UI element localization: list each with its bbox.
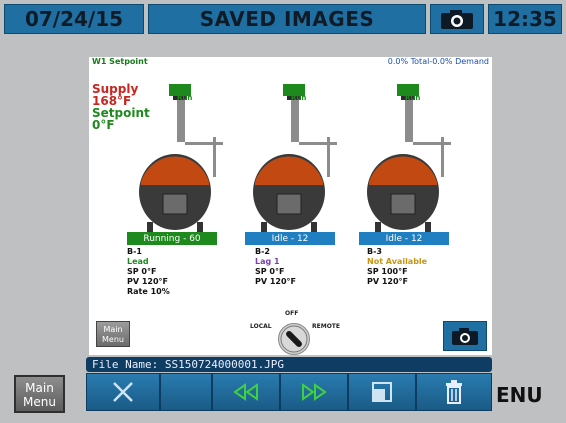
- boiler-sp: SP 0°F: [127, 267, 157, 276]
- camera-icon: [441, 10, 473, 29]
- boiler-info-b1: B-1 Lead SP 0°F PV 120°F Rate 10%: [127, 247, 170, 297]
- status-bar-b2: Idle - 12: [245, 232, 335, 245]
- status-bar-b3: Idle - 12: [359, 232, 449, 245]
- boiler-info-b2: B-2 Lag 1 SP 0°F PV 120°F: [255, 247, 296, 287]
- boiler-b1[interactable]: [133, 82, 233, 244]
- image-toolbar: [86, 373, 492, 411]
- camera-icon: [452, 328, 478, 345]
- run-label-b3: Run: [405, 94, 421, 102]
- main-menu-label: Main: [103, 325, 123, 334]
- main-menu-button-small[interactable]: Main Menu: [96, 321, 130, 347]
- boiler-b2[interactable]: [247, 82, 347, 244]
- time-display: 12:35: [488, 4, 562, 34]
- run-label-b2: Run: [291, 94, 307, 102]
- boiler-info-b3: B-3 Not Available SP 100°F PV 120°F: [367, 247, 427, 287]
- previous-image-button[interactable]: [212, 373, 280, 411]
- page-title: SAVED IMAGES: [148, 4, 426, 34]
- delete-button[interactable]: [416, 373, 492, 411]
- status-bar-b1: Running - 60: [127, 232, 217, 245]
- selector-knob-icon: [280, 325, 308, 353]
- boiler-role: Lead: [127, 257, 149, 266]
- main-menu-label: Main: [25, 381, 54, 395]
- run-label-b1: Run: [177, 94, 193, 102]
- close-button[interactable]: [86, 373, 160, 411]
- date-display: 07/24/15: [4, 4, 144, 34]
- boiler-b3[interactable]: [361, 82, 461, 244]
- saved-image-panel: W1 Setpoint 0.0% Total-0.0% Demand Suppl…: [89, 57, 492, 355]
- boiler-role: Lag 1: [255, 257, 280, 266]
- switch-off-label: OFF: [285, 310, 299, 317]
- boiler-icon: [139, 84, 223, 232]
- boiler-icon: [367, 84, 451, 232]
- trash-icon: [446, 380, 462, 404]
- next-image-button[interactable]: [280, 373, 348, 411]
- demand-readout: 0.0% Total-0.0% Demand: [387, 57, 489, 66]
- window-icon: [372, 382, 392, 402]
- main-menu-button[interactable]: Main Menu: [14, 375, 65, 413]
- boiler-sp: SP 100°F: [367, 267, 408, 276]
- file-name-bar: File Name: SS150724000001.JPG: [86, 357, 492, 372]
- camera-button[interactable]: [430, 4, 484, 34]
- toolbar-spacer: [160, 373, 212, 411]
- fast-forward-icon: [302, 383, 327, 401]
- switch-local-label: LOCAL: [250, 323, 272, 330]
- mode-selector-switch[interactable]: [278, 323, 310, 355]
- boiler-pv: PV 120°F: [367, 277, 409, 286]
- panel-top-bar: W1 Setpoint 0.0% Total-0.0% Demand: [89, 57, 492, 69]
- boiler-role: Not Available: [367, 257, 428, 266]
- switch-remote-label: REMOTE: [312, 323, 340, 330]
- boiler-name: B-3: [367, 247, 382, 256]
- close-icon: [113, 382, 133, 402]
- window-button[interactable]: [348, 373, 416, 411]
- language-label[interactable]: ENU: [496, 383, 543, 407]
- setpoint-title: W1 Setpoint: [92, 57, 148, 66]
- main-menu-label: Menu: [102, 335, 124, 344]
- boiler-name: B-1: [127, 247, 142, 256]
- rewind-icon: [233, 383, 258, 401]
- main-menu-label: Menu: [23, 395, 56, 409]
- boiler-rate: Rate 10%: [127, 287, 170, 296]
- boiler-name: B-2: [255, 247, 270, 256]
- boiler-icon: [253, 84, 337, 232]
- boiler-sp: SP 0°F: [255, 267, 285, 276]
- boiler-pv: PV 120°F: [127, 277, 169, 286]
- boiler-pv: PV 120°F: [255, 277, 297, 286]
- camera-button-small[interactable]: [443, 321, 487, 351]
